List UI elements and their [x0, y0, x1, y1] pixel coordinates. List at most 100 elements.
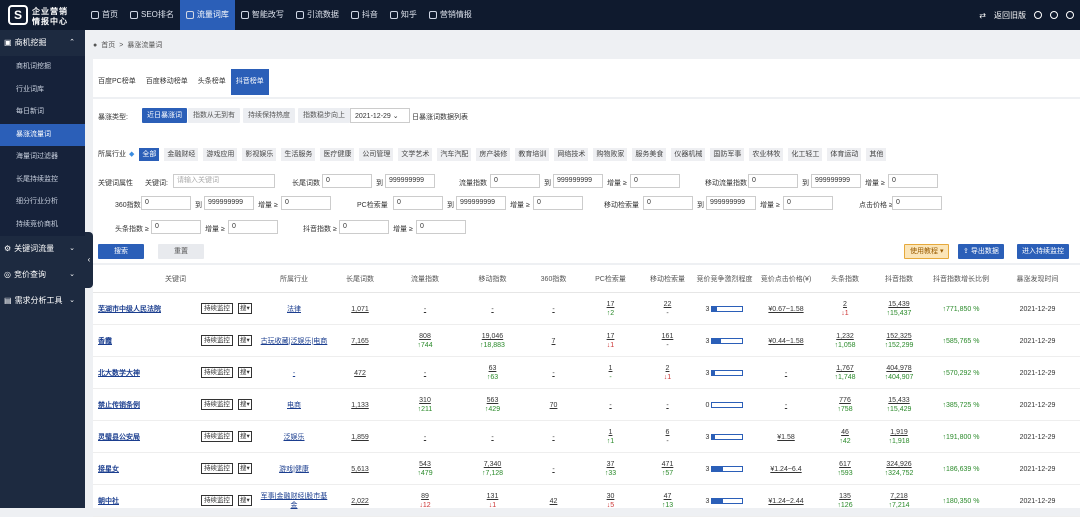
sidebar-item-6[interactable]: 细分行业分析: [0, 191, 85, 214]
keyword-link[interactable]: 香霞: [98, 337, 112, 346]
pc-search-min-input[interactable]: 0: [393, 196, 443, 210]
douyin-value[interactable]: 404,978: [886, 364, 911, 373]
header-col-11[interactable]: 抖音指数: [871, 265, 927, 293]
pc-search-value[interactable]: 30: [607, 492, 615, 501]
search-engine-select[interactable]: 搜▾: [238, 335, 252, 346]
toutiao-increment-input[interactable]: 0: [228, 220, 278, 234]
export-button[interactable]: ⇪ 导出数据: [958, 244, 1004, 259]
mobile-flow-increment-input[interactable]: 0: [888, 174, 938, 188]
breadcrumb-home[interactable]: 首页: [101, 40, 115, 50]
mobile-index-value[interactable]: -: [491, 433, 493, 442]
power-icon[interactable]: [1066, 11, 1074, 19]
industry-chip-18[interactable]: 体育运动: [827, 147, 862, 161]
home-icon[interactable]: [1034, 11, 1042, 19]
industry-link[interactable]: 古玩收藏|泛娱乐|电商: [261, 337, 328, 346]
mobile-index-value[interactable]: -: [491, 305, 493, 314]
pc-search-value[interactable]: 17: [607, 300, 615, 309]
mobile-search-value[interactable]: 6: [666, 428, 670, 437]
douyin-value[interactable]: 15,439: [888, 300, 909, 309]
keyword-input[interactable]: 请输入关键词: [173, 174, 275, 188]
header-col-13[interactable]: 暴涨发现时间: [995, 265, 1080, 293]
industry-chip-13[interactable]: 服务美食: [632, 147, 667, 161]
longtail-link[interactable]: 7,165: [351, 337, 369, 346]
toutiao-value[interactable]: 617: [839, 460, 851, 469]
toutiao-value[interactable]: 46: [841, 428, 849, 437]
industry-chip-11[interactable]: 网络技术: [554, 147, 589, 161]
search-engine-select[interactable]: 搜▾: [238, 367, 252, 378]
industry-chip-15[interactable]: 国防军事: [710, 147, 745, 161]
mobile-flow-max-input[interactable]: 999999999: [811, 174, 861, 188]
nav-item-2[interactable]: 流量词库: [179, 0, 235, 30]
keyword-link[interactable]: 接星女: [98, 465, 119, 474]
click-price-input[interactable]: 0: [892, 196, 942, 210]
flow-value[interactable]: -: [424, 305, 426, 314]
industry-chip-9[interactable]: 房产装修: [476, 147, 511, 161]
longtail-link[interactable]: 1,071: [351, 305, 369, 314]
tab-2[interactable]: 头条榜单: [193, 69, 231, 95]
mobile-index-value[interactable]: 563: [487, 396, 499, 405]
industry-link[interactable]: -: [293, 369, 295, 378]
search-engine-select[interactable]: 搜▾: [238, 495, 252, 506]
nav-item-5[interactable]: 抖音: [345, 0, 384, 30]
longtail-link[interactable]: 1,133: [351, 401, 369, 410]
sidebar-section-bid-query[interactable]: ◎ 竞价查询 ⌄: [0, 262, 85, 288]
header-col-4[interactable]: 移动指数: [460, 265, 525, 293]
mobile-search-value[interactable]: 471: [662, 460, 674, 469]
pc-search-value[interactable]: 17: [607, 332, 615, 341]
click-price-value[interactable]: ¥0.44~1.58: [768, 337, 803, 346]
flow-value[interactable]: 89: [421, 492, 429, 501]
sidebar-item-2[interactable]: 每日新词: [0, 101, 85, 124]
longtail-link[interactable]: 1,859: [351, 433, 369, 442]
industry-chip-2[interactable]: 游戏应用: [203, 147, 238, 161]
industry-chip-12[interactable]: 购物败家: [593, 147, 628, 161]
monitor-button[interactable]: 持续监控: [201, 463, 233, 474]
industry-chip-0[interactable]: 全部: [139, 147, 160, 161]
header-col-5[interactable]: 360指数: [525, 265, 582, 293]
mobile-search-value[interactable]: 2: [666, 364, 670, 373]
sidebar-section-demand-tools[interactable]: ▤ 需求分析工具 ⌄: [0, 288, 85, 314]
mobile-search-max-input[interactable]: 999999999: [706, 196, 756, 210]
flow-value[interactable]: 543: [419, 460, 431, 469]
surge-type-button-0[interactable]: 近日暴涨词: [142, 108, 187, 123]
monitor-button[interactable]: 持续监控: [201, 431, 233, 442]
industry-chip-8[interactable]: 汽车汽配: [437, 147, 472, 161]
surge-type-button-2[interactable]: 持续保持热度: [243, 108, 295, 123]
toutiao-value[interactable]: 1,767: [836, 364, 854, 373]
industry-chip-14[interactable]: 仪器机械: [671, 147, 706, 161]
idx360-increment-input[interactable]: 0: [281, 196, 331, 210]
mobile-search-value[interactable]: 47: [664, 492, 672, 501]
nav-item-3[interactable]: 智能改写: [235, 0, 290, 30]
nav-item-0[interactable]: 首页: [85, 0, 124, 30]
monitor-button[interactable]: 持续监控: [201, 495, 233, 506]
sidebar-item-3[interactable]: 暴涨流量词: [0, 123, 85, 146]
longtail-max-input[interactable]: 999999999: [385, 174, 435, 188]
back-old-version-link[interactable]: 返回旧版: [994, 10, 1026, 21]
sidebar-item-0[interactable]: 商机词挖掘: [0, 56, 85, 79]
idx360-value[interactable]: 42: [550, 497, 558, 506]
idx360-value[interactable]: 70: [550, 401, 558, 410]
flow-value[interactable]: 808: [419, 332, 431, 341]
mobile-search-value[interactable]: 22: [664, 300, 672, 309]
mobile-search-value[interactable]: 161: [662, 332, 674, 341]
douyin-input[interactable]: 0: [339, 220, 389, 234]
header-col-7[interactable]: 移动检索量: [639, 265, 696, 293]
sidebar-section-keyword-flow[interactable]: ⚙ 关键词流量 ⌄: [0, 236, 85, 262]
header-col-0[interactable]: 关键词: [93, 265, 258, 293]
nav-item-6[interactable]: 知乎: [384, 0, 423, 30]
longtail-link[interactable]: 472: [354, 369, 366, 378]
longtail-link[interactable]: 5,613: [351, 465, 369, 474]
mobile-index-value[interactable]: 63: [489, 364, 497, 373]
click-price-value[interactable]: -: [785, 369, 787, 378]
date-picker[interactable]: 2021-12-29 ⌄: [350, 108, 410, 123]
sidebar-item-5[interactable]: 长尾持续监控: [0, 168, 85, 191]
sidebar-item-1[interactable]: 行业词库: [0, 78, 85, 101]
keyword-link[interactable]: 灵璧县公安局: [98, 433, 140, 442]
sidebar-section-opportunity[interactable]: ▣ 商机挖掘 ⌃: [0, 30, 85, 56]
keyword-link[interactable]: 朝中社: [98, 497, 119, 506]
douyin-increment-input[interactable]: 0: [416, 220, 466, 234]
industry-link[interactable]: 军事|金融财经|股市基金: [258, 492, 330, 510]
longtail-min-input[interactable]: 0: [322, 174, 372, 188]
monitor-button[interactable]: 持续监控: [201, 399, 233, 410]
pc-search-max-input[interactable]: 999999999: [456, 196, 506, 210]
enter-monitor-button[interactable]: 进入持续监控: [1017, 244, 1069, 259]
